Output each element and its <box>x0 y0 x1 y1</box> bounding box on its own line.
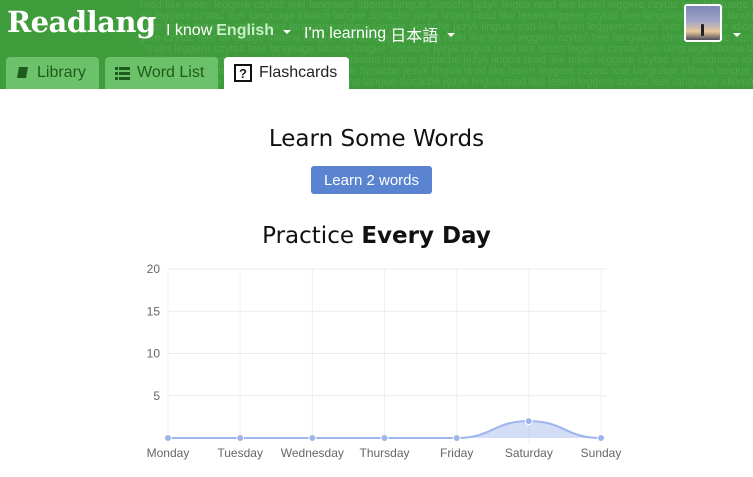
top-bar: read like lesen leggere czytać leer lang… <box>0 0 753 89</box>
learning-language-prefix: I'm learning <box>304 25 387 42</box>
app-logo[interactable]: Readlang <box>7 5 156 39</box>
tab-flashcards-label: Flashcards <box>259 64 338 81</box>
tab-library[interactable]: Library <box>6 57 99 89</box>
learn-heading: Learn Some Words <box>268 126 485 152</box>
x-tick-label: Sunday <box>581 446 622 460</box>
question-icon: ? <box>234 64 252 82</box>
list-icon <box>115 66 130 80</box>
learn-words-button[interactable]: Learn 2 words <box>311 166 432 194</box>
data-point <box>164 434 172 442</box>
data-point <box>380 434 389 442</box>
data-point <box>308 434 317 442</box>
x-tick-label: Saturday <box>505 446 553 460</box>
y-tick-label: 5 <box>153 389 160 403</box>
data-point <box>597 434 605 442</box>
y-tick-label: 20 <box>147 262 161 276</box>
user-menu-caret-icon[interactable] <box>733 33 741 37</box>
book-icon <box>16 66 30 80</box>
known-language-prefix: I know <box>166 22 213 39</box>
data-point <box>236 434 245 442</box>
y-tick-label: 10 <box>147 347 161 361</box>
y-tick-label: 15 <box>147 304 161 318</box>
known-language-menu[interactable]: I know English <box>166 22 292 40</box>
known-language-value: English <box>216 22 275 39</box>
data-point <box>524 417 533 426</box>
tab-library-label: Library <box>37 64 86 81</box>
learning-language-menu[interactable]: I'm learning 日本語 <box>304 22 456 46</box>
practice-heading-prefix: Practice <box>262 223 354 249</box>
avatar-figure <box>701 24 704 36</box>
practice-chart: 20 15 10 5 Monday Tuesday Wednesday Thursday Fri… <box>147 262 622 460</box>
data-point <box>452 434 461 442</box>
x-tick-label: Tuesday <box>217 446 263 460</box>
learning-language-value: 日本語 <box>390 28 439 45</box>
tab-word-list-label: Word List <box>137 64 205 81</box>
tab-word-list[interactable]: Word List <box>105 57 218 89</box>
caret-down-icon <box>447 33 456 37</box>
caret-down-icon <box>283 30 292 34</box>
x-tick-label: Thursday <box>359 446 409 460</box>
tab-flashcards[interactable]: ? Flashcards <box>224 57 349 89</box>
user-avatar[interactable] <box>684 4 722 42</box>
practice-heading-bold: Every Day <box>361 223 491 249</box>
x-tick-label: Wednesday <box>281 446 344 460</box>
practice-heading: Practice Every Day <box>0 223 753 249</box>
x-tick-label: Friday <box>440 446 473 460</box>
x-tick-label: Monday <box>147 446 190 460</box>
